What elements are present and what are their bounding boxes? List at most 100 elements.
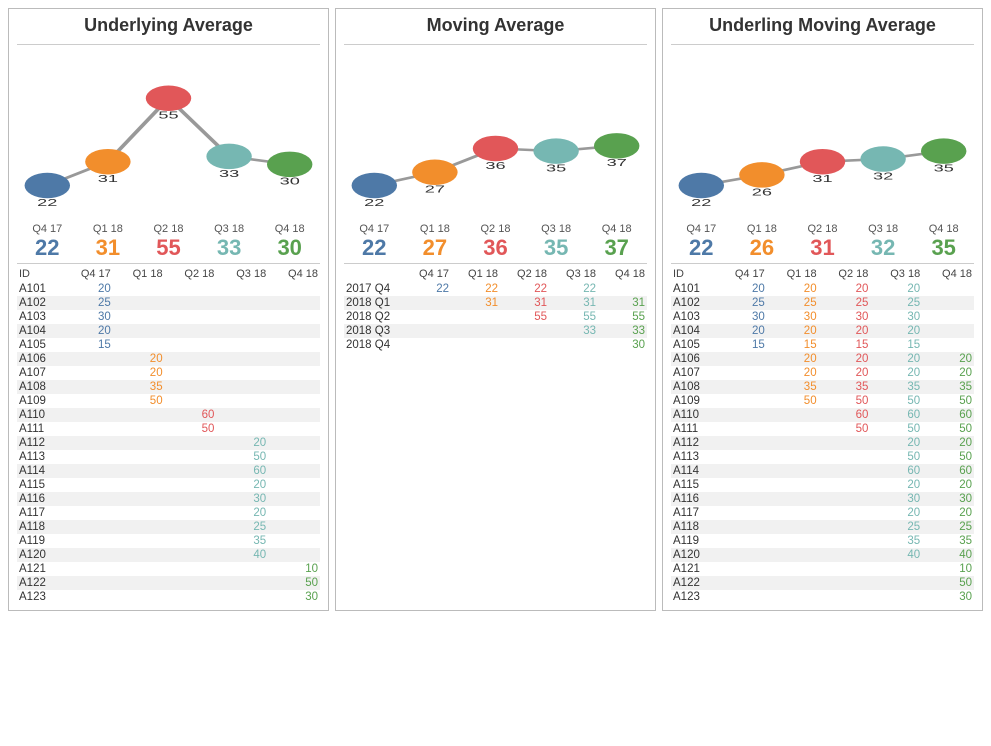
cell — [163, 535, 215, 547]
quarter-header: Q4 17 — [17, 223, 78, 235]
cell — [713, 465, 765, 477]
cell: 35 — [111, 381, 163, 393]
cell: 50 — [920, 423, 972, 435]
cell: 20 — [868, 325, 920, 337]
row-id: A104 — [673, 325, 713, 337]
cell — [920, 325, 972, 337]
cell: 40 — [868, 549, 920, 561]
cell — [59, 353, 111, 365]
table-row: A12250 — [671, 576, 974, 590]
cell: 20 — [765, 325, 817, 337]
cell — [214, 409, 266, 421]
cell — [713, 381, 765, 393]
cell — [111, 521, 163, 533]
chart-point-label: 31 — [98, 174, 118, 185]
cell — [817, 493, 869, 505]
table-row: 2018 Q33333 — [344, 324, 647, 338]
row-id: A108 — [673, 381, 713, 393]
cell — [163, 507, 215, 519]
row-id: A117 — [19, 507, 59, 519]
summary-row: 2227363537 — [344, 235, 647, 264]
cell — [868, 591, 920, 603]
chart-point — [206, 144, 251, 170]
cell: 31 — [547, 297, 596, 309]
cell — [111, 493, 163, 505]
column-header: Q4 18 — [596, 268, 645, 280]
table-row: A12110 — [17, 562, 320, 576]
cell — [214, 563, 266, 575]
row-id: A107 — [19, 367, 59, 379]
column-header: Q4 17 — [400, 268, 449, 280]
cell — [111, 507, 163, 519]
chart-area: 2226313235 — [671, 51, 974, 221]
cell: 60 — [214, 465, 266, 477]
row-id: A119 — [673, 535, 713, 547]
column-header: Q1 18 — [111, 268, 163, 280]
cell: 35 — [920, 535, 972, 547]
cell — [214, 381, 266, 393]
cell: 31 — [498, 297, 547, 309]
cell — [713, 493, 765, 505]
cell — [163, 367, 215, 379]
summary-value: 35 — [526, 235, 587, 261]
cell — [111, 437, 163, 449]
cell: 10 — [920, 563, 972, 575]
cell — [266, 521, 318, 533]
cell: 20 — [868, 353, 920, 365]
cell — [59, 381, 111, 393]
cell — [713, 395, 765, 407]
cell — [163, 283, 215, 295]
cell — [163, 395, 215, 407]
cell — [163, 311, 215, 323]
cell — [817, 563, 869, 575]
cell: 50 — [266, 577, 318, 589]
cell: 15 — [713, 339, 765, 351]
cell: 20 — [817, 353, 869, 365]
data-table: IDQ4 17Q1 18Q2 18Q3 18Q4 18A10120202020A… — [671, 266, 974, 604]
cell — [266, 437, 318, 449]
cell — [498, 325, 547, 337]
table-row: A10225252525 — [671, 296, 974, 310]
quarter-header: Q4 18 — [913, 223, 974, 235]
summary-value: 31 — [792, 235, 853, 261]
row-id: A113 — [19, 451, 59, 463]
row-id: A123 — [19, 591, 59, 603]
quarter-header: Q2 18 — [138, 223, 199, 235]
chart-point — [533, 138, 578, 164]
cell — [266, 339, 318, 351]
quarter-header: Q1 18 — [78, 223, 139, 235]
cell — [266, 479, 318, 491]
cell — [59, 465, 111, 477]
row-id: A107 — [673, 367, 713, 379]
cell — [163, 325, 215, 337]
cell — [765, 591, 817, 603]
cell: 20 — [868, 367, 920, 379]
row-id: A103 — [19, 311, 59, 323]
cell — [817, 479, 869, 491]
row-id: 2018 Q4 — [346, 339, 400, 351]
cell: 20 — [59, 325, 111, 337]
cell — [163, 479, 215, 491]
cell: 30 — [596, 339, 645, 351]
cell — [163, 465, 215, 477]
cell — [713, 535, 765, 547]
chart-point-label: 33 — [219, 168, 239, 179]
cell — [214, 283, 266, 295]
table-row: A10720 — [17, 366, 320, 380]
row-id: A108 — [19, 381, 59, 393]
summary-row: 2226313235 — [671, 235, 974, 264]
column-header: Q4 17 — [713, 268, 765, 280]
table-row: A1172020 — [671, 506, 974, 520]
chart-point-label: 32 — [873, 171, 893, 182]
cell — [817, 521, 869, 533]
table-row: A11150 — [17, 422, 320, 436]
table-row: A1193535 — [671, 534, 974, 548]
row-id: A114 — [673, 465, 713, 477]
table-row: A11630 — [17, 492, 320, 506]
cell — [765, 507, 817, 519]
column-header: Q2 18 — [498, 268, 547, 280]
chart-point-label: 22 — [37, 198, 57, 209]
summary-value: 33 — [199, 235, 260, 261]
cell — [59, 563, 111, 575]
cell: 50 — [920, 395, 972, 407]
